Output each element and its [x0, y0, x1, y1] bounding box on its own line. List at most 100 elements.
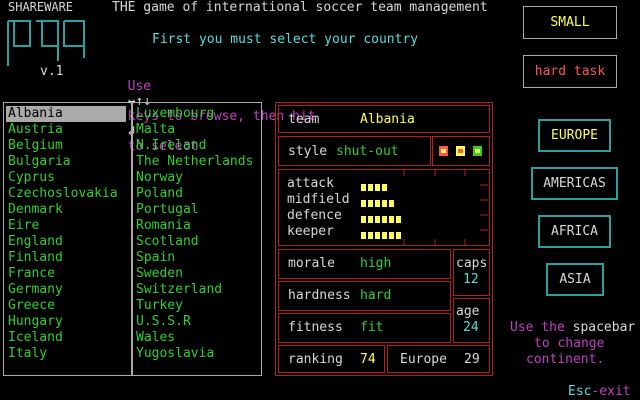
fitness-label: fitness: [288, 320, 343, 335]
skill-segment: [389, 200, 394, 207]
exit-hint[interactable]: Esc-exit: [568, 384, 631, 399]
continent-europe-label: EUROPE: [551, 128, 598, 143]
europe-rank-label: Europe: [400, 352, 447, 367]
skill-segment: [368, 216, 373, 223]
caps-value: 12: [463, 272, 479, 287]
defence-label: defence: [287, 208, 342, 223]
country-item[interactable]: Italy: [8, 346, 47, 362]
country-item[interactable]: Finland: [8, 250, 63, 266]
country-item[interactable]: Eire: [8, 218, 39, 234]
country-item[interactable]: Poland: [136, 186, 183, 202]
country-item[interactable]: Austria: [8, 122, 63, 138]
skill-segment: [375, 184, 380, 191]
country-item[interactable]: The Netherlands: [136, 154, 253, 170]
country-item[interactable]: Scotland: [136, 234, 199, 250]
continent-asia[interactable]: ASIA: [546, 263, 604, 296]
page-title: THE game of international soccer team ma…: [112, 0, 488, 15]
europe-rank-value: 29: [464, 352, 480, 367]
defence-bar: [361, 212, 403, 223]
country-item[interactable]: Germany: [8, 282, 63, 298]
skill-segment: [361, 184, 366, 191]
size-button[interactable]: SMALL: [523, 6, 617, 39]
continent-europe[interactable]: EUROPE: [538, 119, 611, 152]
country-item[interactable]: Wales: [136, 330, 175, 346]
country-item[interactable]: Denmark: [8, 202, 63, 218]
country-item[interactable]: Yugoslavia: [136, 346, 214, 362]
style-value: shut-out: [336, 144, 399, 159]
version-label: v.1: [40, 64, 64, 79]
fitness-value: fit: [360, 320, 384, 335]
ranking-value: 74: [360, 352, 376, 367]
country-item[interactable]: Turkey: [136, 298, 183, 314]
shareware-label: SHAREWARE: [8, 0, 74, 14]
skill-segment: [389, 232, 394, 239]
continent-africa[interactable]: AFRICA: [538, 215, 611, 248]
skill-segment: [361, 232, 366, 239]
country-item[interactable]: Bulgaria: [8, 154, 71, 170]
skill-segment: [368, 200, 373, 207]
skill-segment: [396, 232, 401, 239]
skill-segment: [361, 200, 366, 207]
exit-text: -exit: [591, 384, 631, 399]
hint-use: Use the: [510, 320, 565, 335]
country-item[interactable]: Norway: [136, 170, 183, 186]
country-item[interactable]: Switzerland: [136, 282, 222, 298]
skill-segment: [375, 200, 380, 207]
skill-segment: [375, 216, 380, 223]
skill-segment: [368, 184, 373, 191]
attack-label: attack: [287, 176, 334, 191]
age-label: age: [456, 304, 480, 319]
continent-americas[interactable]: AMERICAS: [531, 167, 618, 200]
age-value: 24: [463, 320, 479, 335]
morale-value: high: [360, 256, 392, 271]
country-item[interactable]: Greece: [8, 298, 55, 314]
skill-segment: [368, 232, 373, 239]
hint-line2: to change: [534, 336, 605, 351]
country-list-2: Luxembourg Malta N.Ireland The Netherlands N…: [131, 102, 262, 376]
country-item[interactable]: England: [8, 234, 63, 250]
country-item[interactable]: N.Ireland: [136, 138, 206, 154]
country-item[interactable]: U.S.S.R: [136, 314, 191, 330]
difficulty-button[interactable]: hard task: [523, 55, 617, 88]
difficulty-button-label: hard task: [534, 64, 606, 79]
country-item[interactable]: Portugal: [136, 202, 199, 218]
keeper-bar: [361, 228, 403, 239]
country-item[interactable]: Spain: [136, 250, 175, 266]
country-item[interactable]: Hungary: [8, 314, 63, 330]
skill-segment: [396, 216, 401, 223]
morale-label: morale: [288, 256, 335, 271]
style-label: style: [288, 144, 328, 159]
keeper-label: keeper: [287, 224, 334, 239]
team-value: Albania: [360, 112, 415, 127]
country-item[interactable]: Luxembourg: [136, 106, 214, 122]
country-item[interactable]: Malta: [136, 122, 175, 138]
goal-logo-icon: [7, 20, 85, 66]
country-item[interactable]: Iceland: [8, 330, 63, 346]
skill-segment: [382, 184, 387, 191]
skill-segment: [382, 200, 387, 207]
country-item[interactable]: Albania: [6, 106, 126, 122]
skill-segment: [382, 232, 387, 239]
midfield-bar: [361, 196, 396, 207]
continent-asia-label: ASIA: [559, 272, 591, 287]
skill-segment: [389, 216, 394, 223]
country-item[interactable]: Romania: [136, 218, 191, 234]
size-button-label: SMALL: [550, 15, 590, 30]
midfield-label: midfield: [287, 192, 350, 207]
continent-hint: Use the spacebar to change continent.: [510, 320, 640, 368]
country-item[interactable]: Cyprus: [8, 170, 55, 186]
hardness-label: hardness: [288, 288, 351, 303]
country-item[interactable]: Belgium: [8, 138, 63, 154]
continent-africa-label: AFRICA: [551, 224, 598, 239]
team-label: team: [288, 112, 320, 127]
country-item[interactable]: Czechoslovakia: [8, 186, 118, 202]
hint-line3: continent.: [526, 352, 605, 367]
country-item[interactable]: France: [8, 266, 55, 282]
skill-segment: [361, 216, 366, 223]
exit-key: Esc: [568, 384, 592, 399]
instruction-text: First you must select your country: [152, 32, 419, 47]
attack-bar: [361, 180, 389, 191]
hint-spacebar: spacebar: [572, 320, 636, 335]
country-item[interactable]: Sweden: [136, 266, 183, 282]
caps-label: caps: [456, 256, 488, 271]
